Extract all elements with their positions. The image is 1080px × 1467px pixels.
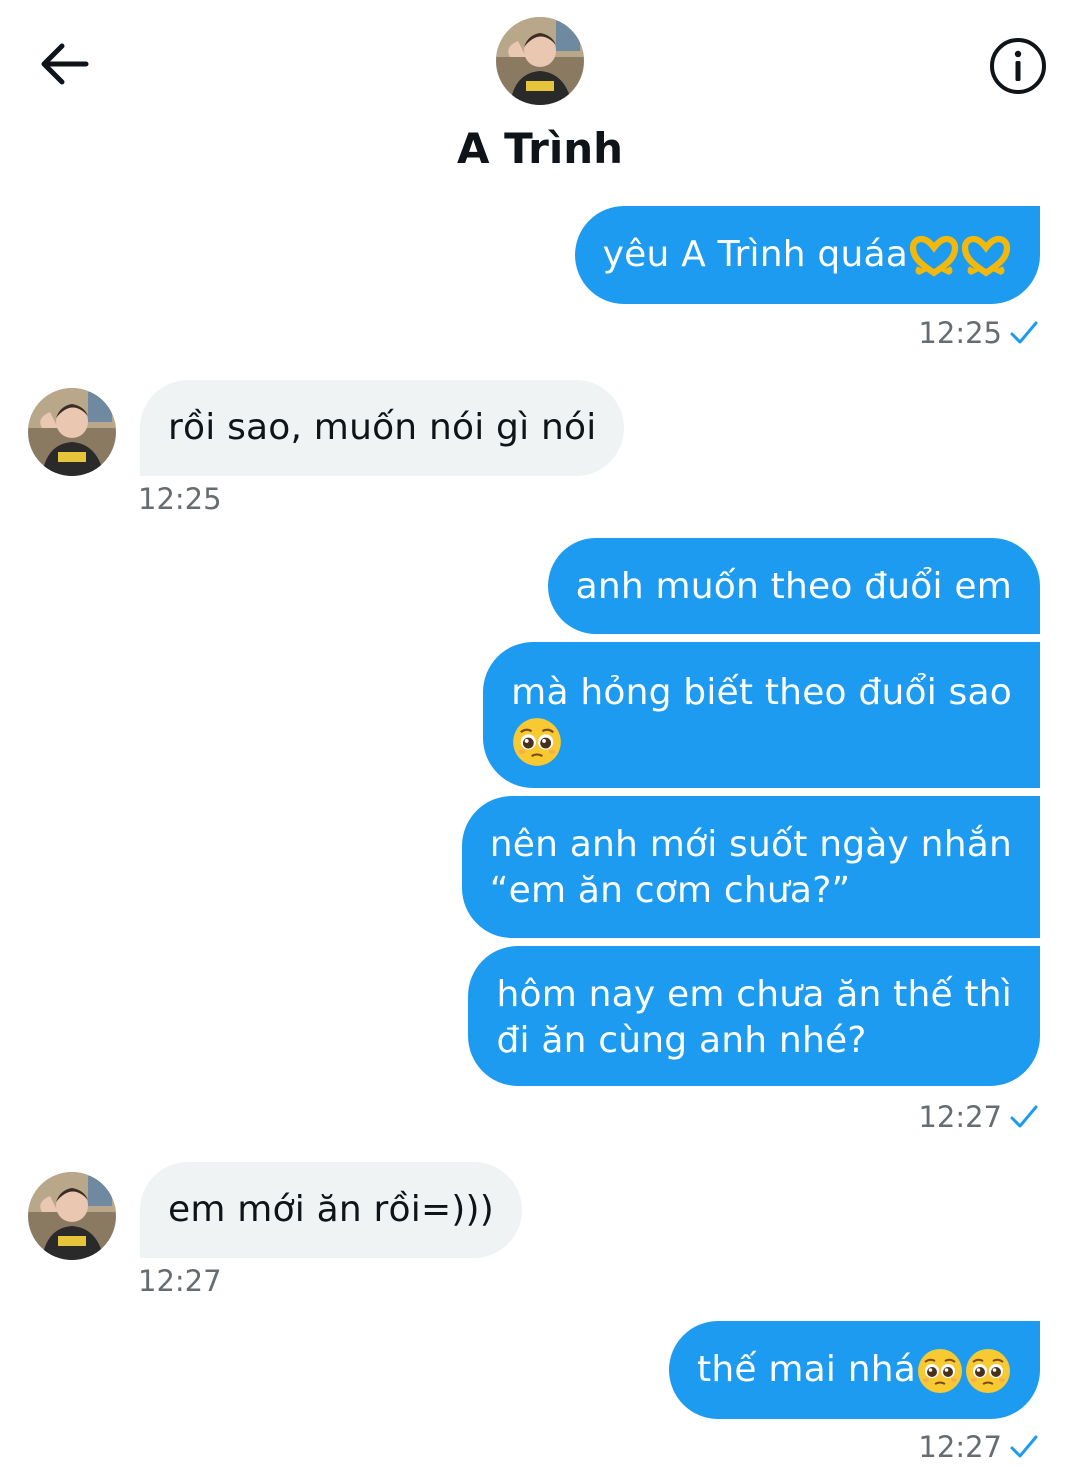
message-text-line-1: hôm nay em chưa ăn thế thì [496, 974, 1012, 1015]
message-text: mà hỏng biết theo đuổi sao [511, 672, 1012, 713]
info-circle-icon [990, 38, 1046, 94]
contact-avatar-small[interactable] [28, 388, 116, 476]
message-timestamp: 12:27 [138, 1264, 222, 1298]
message-timestamp: 12:27 [918, 1430, 1040, 1464]
incoming-message[interactable]: rồi sao, muốn nói gì nói [140, 380, 625, 476]
timestamp-text: 12:27 [918, 1430, 1002, 1464]
outgoing-message[interactable]: hôm nay em chưa ăn thế thì đi ăn cùng an… [468, 946, 1040, 1086]
pleading-face-emoji [964, 1347, 1012, 1395]
heart-hands-emoji [960, 235, 1012, 277]
message-text: anh muốn theo đuổi em [575, 566, 1012, 607]
contact-name: A Trình [456, 124, 624, 173]
avatar-photo [496, 17, 584, 105]
message-timestamp: 12:25 [918, 316, 1040, 350]
contact-avatar[interactable] [496, 17, 584, 105]
message-text: em mới ăn rồi=))) [168, 1189, 495, 1230]
outgoing-message[interactable]: nên anh mới suốt ngày nhắn “em ăn cơm ch… [461, 796, 1040, 938]
pleading-face-emoji [511, 716, 563, 768]
timestamp-text: 12:25 [918, 316, 1002, 350]
message-text: thế mai nhá [697, 1349, 916, 1390]
arrow-left-icon [41, 43, 89, 85]
back-button[interactable] [34, 38, 98, 94]
avatar-photo [28, 388, 116, 476]
timestamp-text: 12:27 [918, 1100, 1002, 1134]
heart-hands-emoji [908, 235, 960, 277]
contact-avatar-small[interactable] [28, 1172, 116, 1260]
message-text-line-2: “em ăn cơm chưa?” [489, 870, 851, 911]
outgoing-message[interactable]: yêu A Trình quáa [574, 206, 1040, 304]
incoming-message[interactable]: em mới ăn rồi=))) [140, 1162, 523, 1258]
message-text-line-1: nên anh mới suốt ngày nhắn [489, 824, 1012, 865]
message-text-line-2: đi ăn cùng anh nhé? [496, 1020, 867, 1061]
message-timestamp: 12:27 [918, 1100, 1040, 1134]
avatar-photo [28, 1172, 116, 1260]
outgoing-message[interactable]: mà hỏng biết theo đuổi sao [483, 642, 1040, 788]
outgoing-message[interactable]: anh muốn theo đuổi em [547, 538, 1040, 634]
pleading-face-emoji [916, 1347, 964, 1395]
sent-check-icon [1010, 1105, 1038, 1128]
message-timestamp: 12:25 [138, 482, 222, 516]
conversation-header: A Trình [0, 0, 1080, 190]
outgoing-message[interactable]: thế mai nhá [669, 1321, 1040, 1419]
sent-check-icon [1010, 1435, 1038, 1458]
message-text: rồi sao, muốn nói gì nói [168, 407, 597, 448]
info-button[interactable] [988, 36, 1048, 96]
message-text: yêu A Trình quáa [602, 234, 908, 275]
sent-check-icon [1010, 321, 1038, 344]
